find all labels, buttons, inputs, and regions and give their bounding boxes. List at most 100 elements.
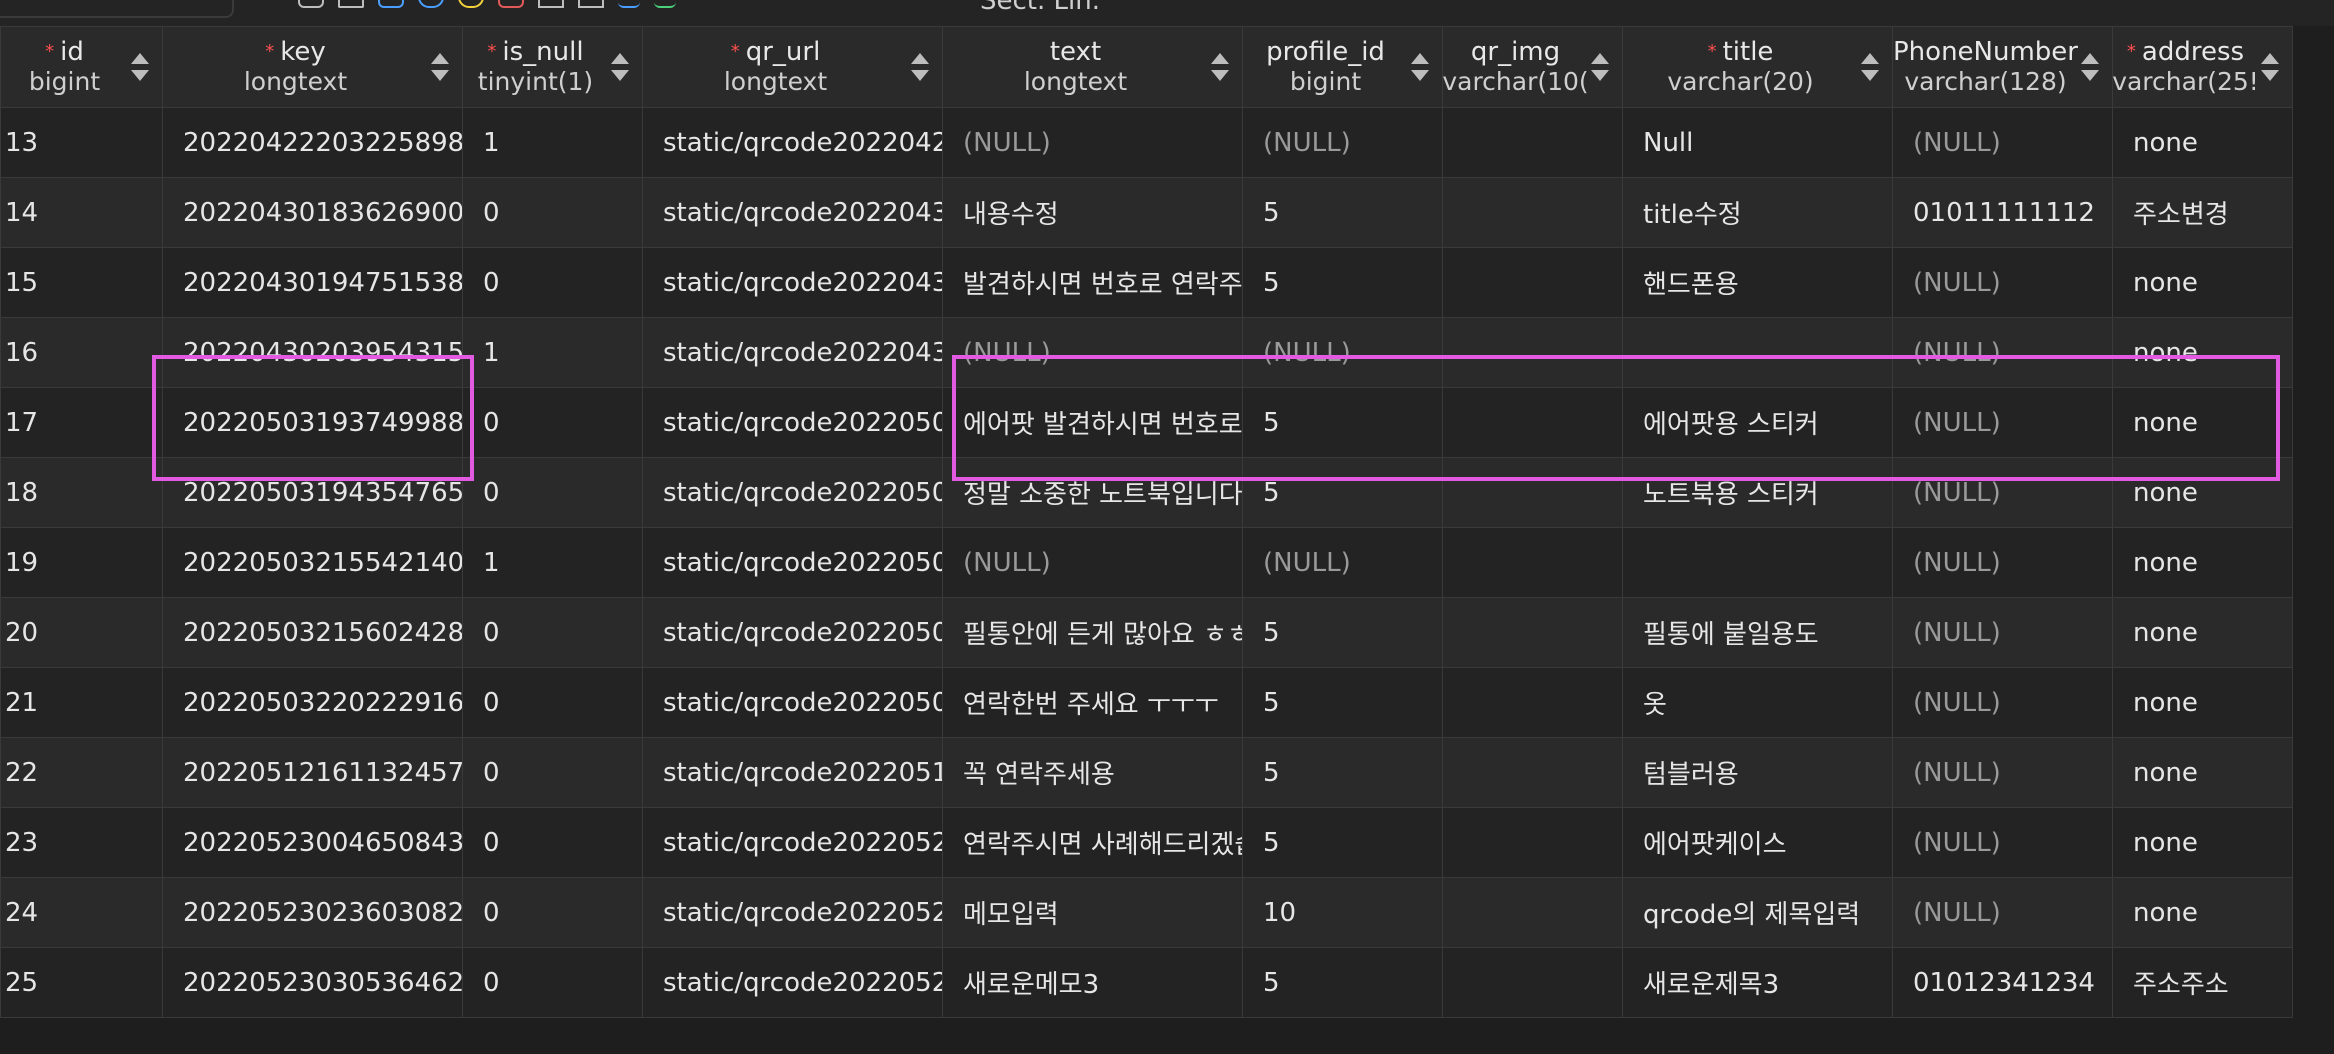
cell-title[interactable]: 에어팟용 스티커 [1622,387,1893,458]
cell-is_null[interactable]: 0 [462,877,643,948]
cell-qr_url[interactable]: static/qrcode2022043( [642,317,943,388]
cell-qr_url[interactable]: static/qrcode2022052 [642,807,943,878]
column-header-address[interactable]: * address varchar(25! [2112,26,2293,108]
cell-phonenumber[interactable]: (NULL) [1892,807,2113,878]
cell-id[interactable]: 19 [0,527,163,598]
sort-toggle-icon[interactable] [1410,53,1430,81]
cell-qr_url[interactable]: static/qrcode2022052 [642,877,943,948]
table-row[interactable]: 13 20220422203225898 1 static/qrcode2022042… [0,107,2293,178]
toolbar-icon-7[interactable] [538,0,564,8]
cell-is_null[interactable]: 0 [462,947,643,1018]
cell-title[interactable]: 핸드폰용 [1622,247,1893,318]
cell-is_null[interactable]: 0 [462,667,643,738]
cell-is_null[interactable]: 0 [462,387,643,458]
cell-address[interactable]: none [2112,387,2293,458]
toolbar-icon-5[interactable] [458,0,484,8]
cell-qr_img[interactable] [1442,597,1623,668]
cell-text[interactable]: 에어팟 발견하시면 번호로 ; [942,387,1243,458]
cell-address[interactable]: none [2112,457,2293,528]
cell-phonenumber[interactable]: (NULL) [1892,247,2113,318]
cell-qr_img[interactable] [1442,107,1623,178]
sort-toggle-icon[interactable] [910,53,930,81]
column-header-profile_id[interactable]: profile_id bigint [1242,26,1443,108]
cell-address[interactable]: none [2112,877,2293,948]
cell-qr_img[interactable] [1442,177,1623,248]
table-row[interactable]: 18 20220503194354765 0 static/qrcode2022050… [0,457,2293,528]
cell-key[interactable]: 20220523023603082 [162,877,463,948]
cell-qr_img[interactable] [1442,737,1623,808]
cell-qr_url[interactable]: static/qrcode2022043( [642,247,943,318]
cell-qr_url[interactable]: static/qrcode2022043( [642,177,943,248]
cell-qr_url[interactable]: static/qrcode2022042 [642,107,943,178]
cell-profile_id[interactable]: (NULL) [1242,317,1443,388]
toolbar-icon-1[interactable] [298,0,324,8]
table-row[interactable]: 20 20220503215602428 0 static/qrcode2022050… [0,597,2293,668]
cell-address[interactable]: none [2112,597,2293,668]
cell-qr_img[interactable] [1442,667,1623,738]
cell-text[interactable]: (NULL) [942,107,1243,178]
cell-address[interactable]: none [2112,107,2293,178]
cell-profile_id[interactable]: 5 [1242,597,1443,668]
cell-text[interactable]: 연락주시면 사례해드리겠습 [942,807,1243,878]
cell-is_null[interactable]: 1 [462,527,643,598]
cell-is_null[interactable]: 0 [462,737,643,808]
cell-id[interactable]: 23 [0,807,163,878]
cell-id[interactable]: 22 [0,737,163,808]
cell-qr_url[interactable]: static/qrcode2022052 [642,947,943,1018]
table-row[interactable]: 16 20220430203954315 1 static/qrcode2022043… [0,317,2293,388]
cell-id[interactable]: 16 [0,317,163,388]
cell-profile_id[interactable]: 5 [1242,387,1443,458]
cell-address[interactable]: none [2112,737,2293,808]
cell-title[interactable]: 에어팟케이스 [1622,807,1893,878]
cell-text[interactable]: 내용수정 [942,177,1243,248]
cell-text[interactable]: 필통안에 든게 많아요 ㅎㅎ [942,597,1243,668]
cell-id[interactable]: 25 [0,947,163,1018]
cell-key[interactable]: 20220430183626900 [162,177,463,248]
table-row[interactable]: 14 20220430183626900 0 static/qrcode2022043… [0,177,2293,248]
cell-profile_id[interactable]: (NULL) [1242,107,1443,178]
cell-id[interactable]: 20 [0,597,163,668]
sort-toggle-icon[interactable] [1860,53,1880,81]
table-row[interactable]: 21 20220503220222916 0 static/qrcode2022050… [0,667,2293,738]
toolbar-icon-9[interactable] [618,0,640,8]
column-header-text[interactable]: text longtext [942,26,1243,108]
cell-qr_img[interactable] [1442,387,1623,458]
cell-title[interactable]: Null [1622,107,1893,178]
cell-qr_img[interactable] [1442,807,1623,878]
cell-title[interactable] [1622,317,1893,388]
cell-key[interactable]: 20220503215542140 [162,527,463,598]
cell-id[interactable]: 21 [0,667,163,738]
cell-key[interactable]: 20220512161132457 [162,737,463,808]
column-header-id[interactable]: * id bigint [0,26,163,108]
cell-phonenumber[interactable]: (NULL) [1892,597,2113,668]
cell-text[interactable]: 메모입력 [942,877,1243,948]
toolbar-icon-2[interactable] [338,0,364,8]
cell-qr_img[interactable] [1442,317,1623,388]
cell-id[interactable]: 18 [0,457,163,528]
cell-text[interactable]: (NULL) [942,527,1243,598]
cell-phonenumber[interactable]: (NULL) [1892,317,2113,388]
cell-key[interactable]: 20220523030536462 [162,947,463,1018]
cell-text[interactable]: 연락한번 주세요 ㅜㅜㅜ [942,667,1243,738]
cell-id[interactable]: 15 [0,247,163,318]
table-row[interactable]: 15 20220430194751538 0 static/qrcode2022043… [0,247,2293,318]
cell-title[interactable]: 새로운제목3 [1622,947,1893,1018]
cell-title[interactable]: title수정 [1622,177,1893,248]
cell-key[interactable]: 20220422203225898 [162,107,463,178]
column-header-phonenumber[interactable]: PhoneNumber varchar(128) [1892,26,2113,108]
cell-is_null[interactable]: 0 [462,597,643,668]
table-row[interactable]: 22 20220512161132457 0 static/qrcode2022051… [0,737,2293,808]
cell-profile_id[interactable]: 5 [1242,947,1443,1018]
cell-profile_id[interactable]: 5 [1242,177,1443,248]
cell-qr_url[interactable]: static/qrcode2022050: [642,457,943,528]
toolbar-icon-10[interactable] [654,0,676,8]
column-header-qr_img[interactable]: qr_img varchar(10( [1442,26,1623,108]
cell-qr_img[interactable] [1442,457,1623,528]
cell-address[interactable]: none [2112,667,2293,738]
table-row[interactable]: 25 20220523030536462 0 static/qrcode2022052… [0,947,2293,1018]
cell-qr_url[interactable]: static/qrcode2022050: [642,387,943,458]
cell-profile_id[interactable]: (NULL) [1242,527,1443,598]
cell-qr_img[interactable] [1442,877,1623,948]
cell-key[interactable]: 20220503194354765 [162,457,463,528]
toolbar-search-box[interactable] [0,0,234,18]
